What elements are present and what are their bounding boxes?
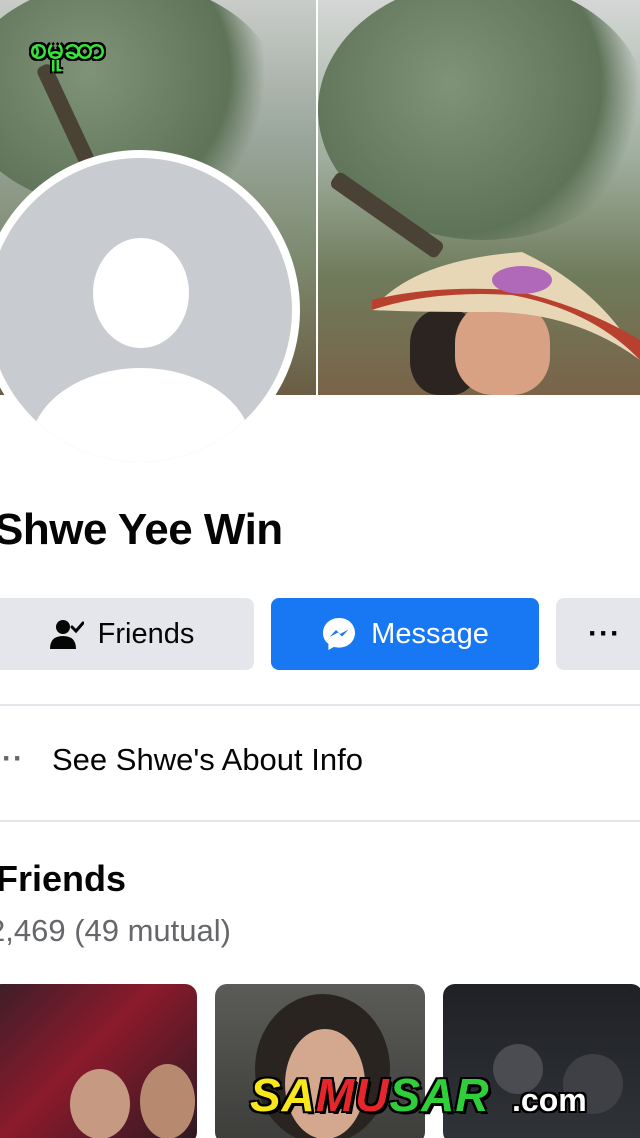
more-options-button[interactable]: ···	[556, 598, 640, 670]
profile-name: Shwe Yee Win	[0, 505, 283, 554]
about-dots-icon: ··	[2, 742, 24, 775]
more-dots-icon: ···	[588, 617, 621, 650]
avatar-head	[93, 238, 189, 348]
friend-photo-face	[70, 1069, 130, 1138]
watermark-top: စမူဆာ	[30, 32, 106, 65]
watermark-bottom: SAMUSAR	[250, 1068, 490, 1122]
message-button-label: Message	[371, 617, 489, 650]
divider	[0, 704, 640, 706]
watermark-part: MU	[315, 1069, 390, 1121]
profile-avatar[interactable]	[0, 150, 300, 470]
friend-check-icon	[49, 620, 84, 649]
friend-photo-face	[140, 1064, 195, 1138]
divider	[0, 820, 640, 822]
avatar-body	[30, 368, 252, 462]
friends-section-title: Friends	[0, 858, 127, 899]
watermark-part: SAR	[389, 1069, 490, 1121]
see-about-info-link[interactable]: See Shwe's About Info	[52, 742, 363, 778]
watermark-part: SA	[250, 1069, 316, 1121]
friends-count: 2,469 (49 mutual)	[0, 913, 231, 948]
friend-thumbnail[interactable]	[0, 984, 197, 1138]
friends-button-label: Friends	[97, 617, 195, 650]
friends-button[interactable]: Friends	[0, 598, 254, 670]
messenger-icon	[323, 618, 356, 650]
watermark-suffix: .com	[512, 1082, 587, 1118]
default-avatar-icon	[0, 158, 292, 462]
conical-hat	[372, 252, 640, 360]
message-button[interactable]: Message	[271, 598, 539, 670]
